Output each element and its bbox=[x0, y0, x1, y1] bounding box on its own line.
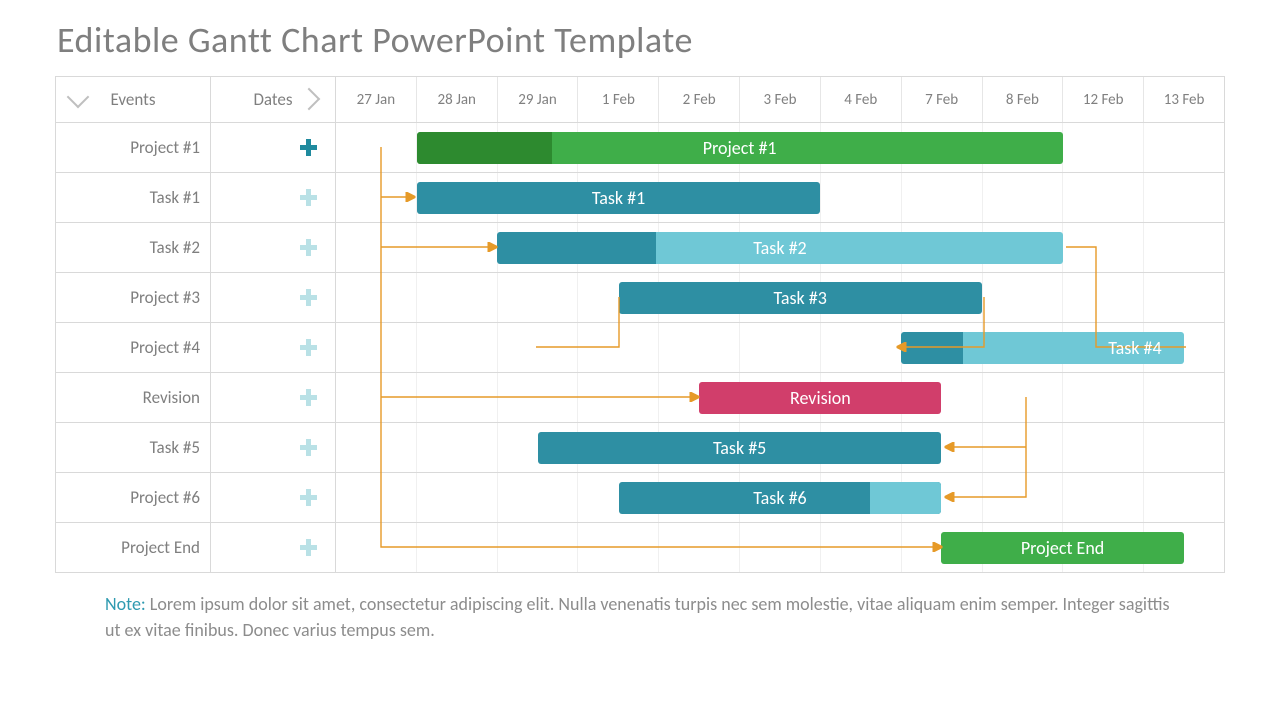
gantt-row: Task #5 Task #5 bbox=[56, 422, 1224, 472]
date-header: 27 Jan28 Jan29 Jan1 Feb2 Feb3 Feb4 Feb7 … bbox=[336, 77, 1224, 122]
plus-icon[interactable] bbox=[300, 439, 317, 456]
plus-icon[interactable] bbox=[300, 489, 317, 506]
bar-track: Task #5 bbox=[336, 423, 1224, 472]
footer-note: Note: Lorem ipsum dolor sit amet, consec… bbox=[105, 591, 1185, 643]
page-title: Editable Gantt Chart PowerPoint Template bbox=[57, 18, 1225, 62]
row-label: Task #1 bbox=[56, 173, 211, 222]
gantt-bar[interactable]: Task #1 bbox=[417, 182, 821, 214]
date-column: 29 Jan bbox=[498, 77, 579, 122]
bar-track: Task #4 bbox=[336, 323, 1224, 372]
gantt-chart: Events Dates 27 Jan28 Jan29 Jan1 Feb2 Fe… bbox=[55, 76, 1225, 573]
bar-track: Task #6 bbox=[336, 473, 1224, 522]
date-column: 12 Feb bbox=[1063, 77, 1144, 122]
gantt-row: Task #1 Task #1 bbox=[56, 172, 1224, 222]
date-column: 8 Feb bbox=[983, 77, 1064, 122]
note-lead: Note: bbox=[105, 593, 146, 615]
expand-cell[interactable] bbox=[211, 423, 336, 472]
gantt-row: Task #2 Task #2 bbox=[56, 222, 1224, 272]
plus-icon[interactable] bbox=[300, 539, 317, 556]
plus-icon[interactable] bbox=[300, 139, 317, 156]
gantt-row: Project #1 Project #1 bbox=[56, 122, 1224, 172]
plus-icon[interactable] bbox=[300, 389, 317, 406]
bar-label: Task #4 bbox=[1108, 337, 1161, 359]
expand-cell[interactable] bbox=[211, 223, 336, 272]
gantt-bar[interactable]: Task #5 bbox=[538, 432, 942, 464]
bar-track: Project #1 bbox=[336, 123, 1224, 172]
bar-label: Project End bbox=[1021, 537, 1104, 559]
header-events-label: Events bbox=[111, 89, 156, 110]
chevron-right-icon[interactable] bbox=[298, 88, 321, 111]
row-label: Revision bbox=[56, 373, 211, 422]
gantt-bar[interactable]: Project End bbox=[941, 532, 1183, 564]
gantt-bar[interactable]: Task #3 bbox=[619, 282, 982, 314]
date-column: 7 Feb bbox=[902, 77, 983, 122]
gantt-row: Project #6 Task #6 bbox=[56, 472, 1224, 522]
bar-track: Project End bbox=[336, 523, 1224, 572]
header-dates: Dates bbox=[211, 77, 336, 122]
gantt-bar[interactable]: Task #6 bbox=[619, 482, 942, 514]
bar-label: Task #5 bbox=[713, 437, 766, 459]
gantt-row: Project End Project End bbox=[56, 522, 1224, 572]
expand-cell[interactable] bbox=[211, 373, 336, 422]
gantt-bar[interactable]: Revision bbox=[699, 382, 941, 414]
gantt-bar[interactable]: Task #2 bbox=[497, 232, 1062, 264]
plus-icon[interactable] bbox=[300, 289, 317, 306]
bar-track: Task #1 bbox=[336, 173, 1224, 222]
row-label: Task #5 bbox=[56, 423, 211, 472]
bar-label: Task #2 bbox=[753, 237, 806, 259]
row-label: Project End bbox=[56, 523, 211, 572]
expand-cell[interactable] bbox=[211, 123, 336, 172]
bar-label: Task #3 bbox=[773, 287, 826, 309]
note-body: Lorem ipsum dolor sit amet, consectetur … bbox=[105, 593, 1170, 641]
bar-track: Task #3 bbox=[336, 273, 1224, 322]
expand-cell[interactable] bbox=[211, 273, 336, 322]
row-label: Project #3 bbox=[56, 273, 211, 322]
expand-cell[interactable] bbox=[211, 473, 336, 522]
bar-label: Revision bbox=[790, 387, 851, 409]
date-column: 27 Jan bbox=[336, 77, 417, 122]
row-label: Project #4 bbox=[56, 323, 211, 372]
row-label: Task #2 bbox=[56, 223, 211, 272]
date-column: 28 Jan bbox=[417, 77, 498, 122]
chevron-down-icon[interactable] bbox=[67, 86, 90, 109]
bar-track: Revision bbox=[336, 373, 1224, 422]
gantt-row: Revision Revision bbox=[56, 372, 1224, 422]
bar-label: Project #1 bbox=[703, 137, 777, 159]
gantt-bar[interactable]: Project #1 bbox=[417, 132, 1063, 164]
header-events: Events bbox=[56, 77, 211, 122]
date-column: 3 Feb bbox=[740, 77, 821, 122]
gantt-bar[interactable]: Task #4 bbox=[901, 332, 1184, 364]
plus-icon[interactable] bbox=[300, 189, 317, 206]
gantt-row: Project #4 Task #4 bbox=[56, 322, 1224, 372]
date-column: 2 Feb bbox=[659, 77, 740, 122]
date-column: 13 Feb bbox=[1144, 77, 1224, 122]
bar-label: Task #1 bbox=[592, 187, 645, 209]
date-column: 4 Feb bbox=[821, 77, 902, 122]
header-dates-label: Dates bbox=[253, 89, 292, 110]
bar-track: Task #2 bbox=[336, 223, 1224, 272]
plus-icon[interactable] bbox=[300, 239, 317, 256]
date-column: 1 Feb bbox=[578, 77, 659, 122]
row-label: Project #6 bbox=[56, 473, 211, 522]
bar-label: Task #6 bbox=[753, 487, 806, 509]
expand-cell[interactable] bbox=[211, 523, 336, 572]
plus-icon[interactable] bbox=[300, 339, 317, 356]
expand-cell[interactable] bbox=[211, 323, 336, 372]
expand-cell[interactable] bbox=[211, 173, 336, 222]
row-label: Project #1 bbox=[56, 123, 211, 172]
gantt-header-row: Events Dates 27 Jan28 Jan29 Jan1 Feb2 Fe… bbox=[56, 77, 1224, 122]
gantt-row: Project #3 Task #3 bbox=[56, 272, 1224, 322]
